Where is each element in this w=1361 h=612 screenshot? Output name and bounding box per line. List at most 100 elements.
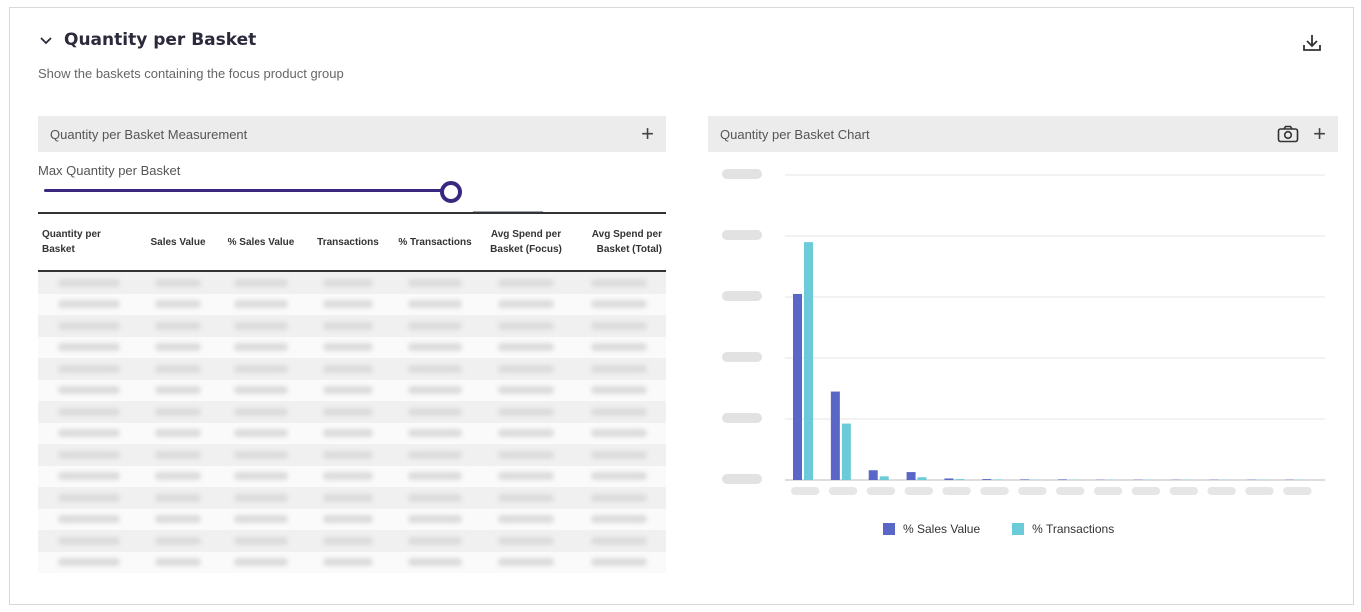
column-header-pct-transactions[interactable]: % Transactions <box>390 235 480 250</box>
section-header[interactable]: Quantity per Basket <box>38 30 256 50</box>
bar-transactions[interactable] <box>917 477 927 480</box>
max-quantity-slider-track[interactable] <box>44 189 449 192</box>
column-header-quantity[interactable]: Quantity per Basket <box>38 227 140 257</box>
table-cell <box>480 536 572 545</box>
blurred-value <box>408 536 462 545</box>
chart-legend: % Sales Value % Transactions <box>883 522 1114 536</box>
blurred-value <box>322 515 374 524</box>
blurred-value <box>155 558 201 567</box>
bar-sales-value[interactable] <box>830 391 840 480</box>
table-cell <box>572 558 666 567</box>
blurred-value <box>498 493 554 502</box>
table-cell <box>216 278 306 287</box>
table-row <box>38 336 666 358</box>
bar-transactions[interactable] <box>841 423 851 480</box>
table-cell <box>140 493 216 502</box>
table-cell <box>572 407 666 416</box>
y-tick-label-blurred <box>722 169 762 179</box>
table-row <box>38 315 666 337</box>
table-cell <box>390 472 480 481</box>
bar-sales-value[interactable] <box>944 478 954 480</box>
table-cell <box>38 386 140 395</box>
table-cell <box>480 278 572 287</box>
chevron-down-icon[interactable] <box>38 32 54 48</box>
table-cell <box>306 515 390 524</box>
blurred-value <box>408 364 462 373</box>
blurred-value <box>155 343 201 352</box>
bar-transactions[interactable] <box>955 479 965 480</box>
bar-sales-value[interactable] <box>1058 479 1067 480</box>
blurred-value <box>234 493 288 502</box>
blurred-value <box>58 450 120 459</box>
bar-sales-value[interactable] <box>982 479 992 480</box>
bar-sales-value[interactable] <box>1020 479 1030 480</box>
blurred-value <box>498 364 554 373</box>
blurred-value <box>322 343 374 352</box>
blurred-value <box>498 429 554 438</box>
table-cell <box>390 450 480 459</box>
column-header-pct-sales-value[interactable]: % Sales Value <box>216 235 306 250</box>
table-cell <box>216 536 306 545</box>
table-row <box>38 487 666 509</box>
table-cell <box>306 493 390 502</box>
table-cell <box>572 429 666 438</box>
table-cell <box>480 386 572 395</box>
table-cell <box>38 472 140 481</box>
blurred-value <box>155 536 201 545</box>
max-quantity-slider-handle[interactable] <box>440 181 462 203</box>
table-row <box>38 422 666 444</box>
blurred-value <box>234 515 288 524</box>
table-cell <box>38 407 140 416</box>
legend-item-sales-value[interactable]: % Sales Value <box>883 522 980 536</box>
table-row <box>38 272 666 294</box>
blurred-value <box>58 407 120 416</box>
x-tick-label-blurred <box>1283 487 1312 495</box>
bar-transactions[interactable] <box>993 479 1003 480</box>
table-cell <box>140 278 216 287</box>
table-cell <box>216 364 306 373</box>
blurred-value <box>498 558 554 567</box>
measurement-add-button[interactable]: + <box>641 123 654 145</box>
blurred-value <box>590 536 648 545</box>
table-cell <box>216 493 306 502</box>
table-cell <box>480 493 572 502</box>
table-row <box>38 508 666 530</box>
max-quantity-input[interactable] <box>473 191 543 212</box>
table-cell <box>480 300 572 309</box>
bar-sales-value[interactable] <box>793 293 802 480</box>
chart-add-button[interactable]: + <box>1313 123 1326 145</box>
column-header-avg-spend-total[interactable]: Avg Spend per Basket (Total) <box>572 227 666 257</box>
table-cell <box>390 493 480 502</box>
blurred-value <box>234 407 288 416</box>
camera-icon[interactable] <box>1277 125 1299 143</box>
legend-item-transactions[interactable]: % Transactions <box>1012 522 1114 536</box>
blurred-value <box>408 407 462 416</box>
x-tick-label-blurred <box>904 487 933 495</box>
bar-transactions[interactable] <box>804 242 813 480</box>
column-header-transactions[interactable]: Transactions <box>306 235 390 250</box>
bar-sales-value[interactable] <box>906 472 916 480</box>
measurement-panel-header: Quantity per Basket Measurement + <box>38 116 666 152</box>
download-icon[interactable] <box>1301 32 1323 54</box>
table-cell <box>390 407 480 416</box>
blurred-value <box>234 364 288 373</box>
quantity-table: Quantity per Basket Sales Value % Sales … <box>38 212 666 573</box>
table-header: Quantity per Basket Sales Value % Sales … <box>38 212 666 272</box>
column-header-avg-spend-focus[interactable]: Avg Spend per Basket (Focus) <box>480 227 572 257</box>
table-cell <box>390 321 480 330</box>
table-cell <box>38 278 140 287</box>
table-cell <box>306 429 390 438</box>
bar-sales-value[interactable] <box>868 470 878 480</box>
table-cell <box>390 558 480 567</box>
bar-transactions[interactable] <box>879 476 889 480</box>
blurred-value <box>590 407 648 416</box>
table-cell <box>216 321 306 330</box>
table-cell <box>140 343 216 352</box>
column-header-sales-value[interactable]: Sales Value <box>140 235 216 250</box>
blurred-value <box>234 343 288 352</box>
blurred-value <box>155 515 201 524</box>
table-cell <box>38 300 140 309</box>
table-cell <box>480 429 572 438</box>
table-body <box>38 272 666 573</box>
blurred-value <box>590 429 648 438</box>
